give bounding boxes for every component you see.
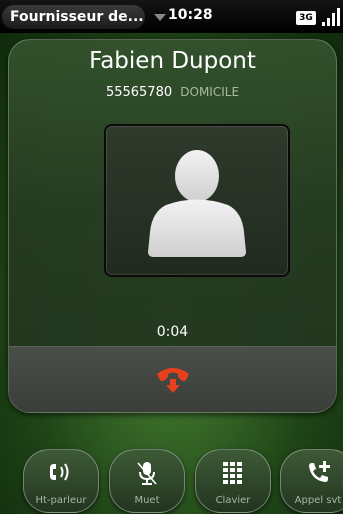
add-call-icon	[309, 461, 330, 482]
phone-number-label: DOMICILE	[180, 85, 240, 99]
contact-photo[interactable]	[104, 124, 290, 277]
call-timer: 0:04	[156, 324, 189, 340]
signal-strength-icon	[322, 8, 342, 26]
mute-button[interactable]: Muet	[109, 449, 185, 513]
speaker-icon	[50, 463, 69, 481]
mute-label: Muet	[134, 495, 160, 506]
status-bar: Fournisseur de... 10:28 3G	[0, 0, 343, 33]
contact-name: Fabien Dupont	[89, 48, 256, 74]
end-call-icon[interactable]	[155, 360, 191, 396]
keypad-icon	[223, 462, 242, 484]
end-call-bar[interactable]	[9, 346, 336, 412]
microphone-mute-icon	[137, 462, 157, 485]
chevron-down-icon	[153, 13, 166, 21]
call-screen: Fabien Dupont 55565780 DOMICILE 0:04 Ht-…	[0, 33, 343, 514]
phone-number: 55565780	[105, 85, 173, 100]
clock: 10:28	[168, 7, 213, 23]
phone-number-line: 55565780 DOMICILE	[9, 85, 336, 100]
add-call-label: Appel svt	[294, 495, 342, 506]
carrier-menu[interactable]: Fournisseur de...	[2, 5, 166, 29]
keypad-button[interactable]: Clavier	[195, 449, 271, 513]
keypad-label: Clavier	[215, 495, 251, 506]
network-type-badge: 3G	[296, 11, 316, 25]
person-silhouette-icon	[148, 150, 246, 257]
add-call-button[interactable]: Appel svt	[280, 449, 343, 513]
speaker-button[interactable]: Ht-parleur	[23, 449, 99, 513]
speaker-label: Ht-parleur	[35, 495, 87, 506]
carrier-name: Fournisseur de...	[10, 9, 144, 25]
call-card: Fabien Dupont 55565780 DOMICILE 0:04	[8, 39, 337, 413]
